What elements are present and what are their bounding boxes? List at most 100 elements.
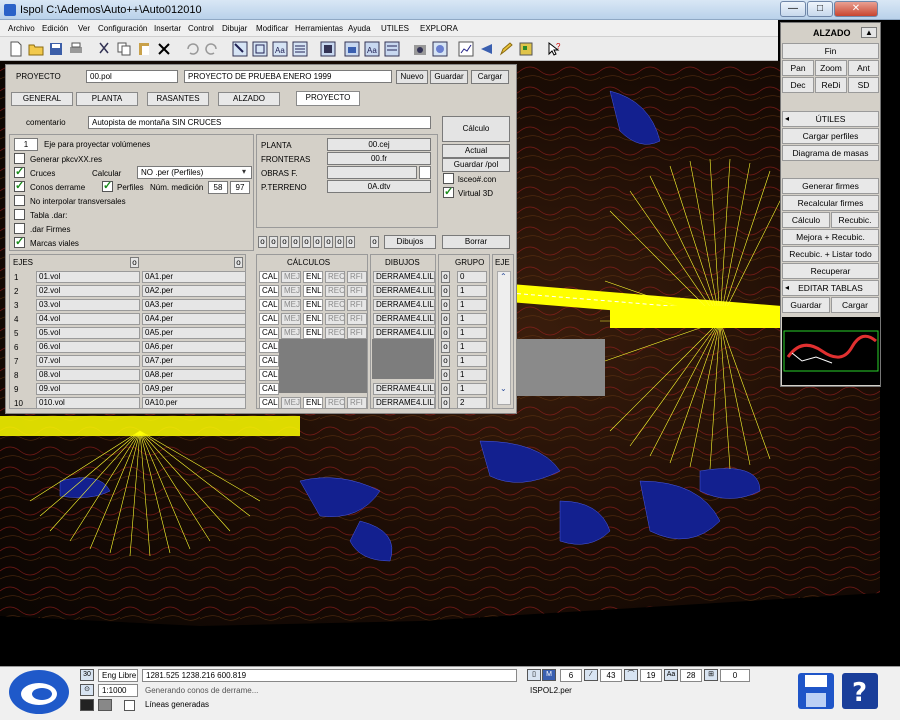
m-icon[interactable]: M (542, 669, 556, 681)
recuperar-button[interactable]: Recuperar (782, 263, 879, 279)
lines-checkbox[interactable] (124, 700, 135, 711)
fronteras-field[interactable]: 00.fr (327, 152, 431, 165)
per-cell[interactable]: 0A8.per (142, 369, 246, 381)
redo-icon[interactable] (204, 41, 220, 57)
grupo-o-button[interactable]: o (441, 341, 450, 353)
calculo-right-button[interactable]: Cálculo (782, 212, 830, 228)
cal-cell[interactable]: CAL (259, 327, 279, 339)
o-button-6[interactable]: o (313, 236, 322, 248)
editar-tablas-button[interactable]: EDITAR TABLAS (782, 280, 879, 296)
menu-dibujar[interactable]: Dibujar (222, 24, 247, 33)
cal-cell[interactable]: CAL (259, 341, 279, 353)
mejora-button[interactable]: Mejora + Recubic. (782, 229, 879, 245)
cal-cell[interactable]: CAL (259, 355, 279, 367)
grupo-o-button[interactable]: o (441, 383, 450, 395)
num-b-field[interactable]: 97 (230, 181, 250, 194)
mej-cell[interactable]: MEJ (281, 327, 301, 339)
enl-cell[interactable]: ENL (303, 271, 323, 283)
chevron-down-icon[interactable]: ▾ (242, 167, 246, 176)
zoom-all-icon[interactable]: Aa (272, 41, 288, 57)
rec-cell[interactable]: REC (325, 397, 345, 409)
per-cell[interactable]: 0A1.per (142, 271, 246, 283)
o-button-8[interactable]: o (335, 236, 344, 248)
rfi-cell[interactable]: RFI (347, 313, 367, 325)
redi-button[interactable]: ReDi (815, 77, 847, 93)
actual-button[interactable]: Actual (442, 144, 510, 158)
vol-cell[interactable]: 03.vol (36, 299, 140, 311)
cal-cell[interactable]: CAL (259, 271, 279, 283)
recalcular-firmes-button[interactable]: Recalcular firmes (782, 195, 879, 211)
cal-cell[interactable]: CAL (259, 383, 279, 395)
recubic-listar-button[interactable]: Recubic. + Listar todo (782, 246, 879, 262)
num-a-field[interactable]: 58 (208, 181, 228, 194)
o-button-3[interactable]: o (280, 236, 289, 248)
eje-scrollbar[interactable]: ⌃ ⌄ (497, 271, 511, 405)
dibujo-cell[interactable]: DERRAME4.LIL (373, 327, 435, 339)
calcular-select[interactable]: NO .per (Perfiles) (137, 166, 252, 179)
no-interpolar-checkbox[interactable] (14, 195, 25, 206)
guardar-pol-button[interactable]: Guardar /pol (442, 158, 510, 172)
menu-configuracion[interactable]: Configuración (98, 24, 147, 33)
dibujo-cell[interactable]: DERRAME4.LIL (373, 299, 435, 311)
vol-cell[interactable]: 04.vol (36, 313, 140, 325)
grupo-o-button[interactable]: o (441, 271, 450, 283)
grupo-o-button[interactable]: o (441, 397, 450, 409)
scroll-up-icon[interactable]: ⌃ (500, 272, 507, 281)
per-cell[interactable]: 0A7.per (142, 355, 246, 367)
dibujo-cell[interactable]: DERRAME4.LIL (373, 285, 435, 297)
dibujos-button[interactable]: Dibujos (384, 235, 436, 249)
rfi-cell[interactable]: RFI (347, 397, 367, 409)
guardar-right-button[interactable]: Guardar (782, 297, 830, 313)
view3-icon[interactable] (384, 41, 400, 57)
diagrama-button[interactable]: Diagrama de masas (782, 145, 879, 161)
calculo-button[interactable]: Cálculo (442, 116, 510, 142)
guardar-button[interactable]: Guardar (430, 70, 468, 84)
vol-cell[interactable]: 07.vol (36, 355, 140, 367)
per-cell[interactable]: 0A3.per (142, 299, 246, 311)
arrow-icon[interactable] (478, 41, 494, 57)
vol-cell[interactable]: 06.vol (36, 341, 140, 353)
menu-edicion[interactable]: Edición (42, 24, 68, 33)
cargar-perfiles-button[interactable]: Cargar perfiles (782, 128, 879, 144)
save-disk-icon[interactable] (796, 671, 836, 711)
cut-icon[interactable] (96, 41, 112, 57)
zoom-scale-icon[interactable]: ⊙ (80, 684, 94, 696)
menu-insertar[interactable]: Insertar (154, 24, 181, 33)
zoom-window-icon[interactable] (252, 41, 268, 57)
per-cell[interactable]: 0A9.per (142, 383, 246, 395)
utiles-button[interactable]: ÚTILES (782, 111, 879, 127)
vol-cell[interactable]: 010.vol (36, 397, 140, 409)
per-cell[interactable]: 0A10.per (142, 397, 246, 409)
conos-checkbox[interactable] (14, 179, 25, 192)
tabla-dar-checkbox[interactable] (14, 209, 25, 220)
menu-ver[interactable]: Ver (78, 24, 90, 33)
dar-firmes-checkbox[interactable] (14, 223, 25, 234)
menu-ayuda[interactable]: Ayuda (348, 24, 371, 33)
enl-cell[interactable]: ENL (303, 285, 323, 297)
o-button-7[interactable]: o (324, 236, 333, 248)
minimize-button[interactable]: — (780, 1, 806, 17)
properties-icon[interactable] (292, 41, 308, 57)
mej-cell[interactable]: MEJ (281, 313, 301, 325)
grid-tool-icon[interactable]: ⊞ (704, 669, 718, 681)
print-icon[interactable] (68, 41, 84, 57)
grupo-cell[interactable]: 1 (457, 383, 487, 395)
rec-cell[interactable]: REC (325, 327, 345, 339)
grupo-cell[interactable]: 1 (457, 299, 487, 311)
per-cell[interactable]: 0A5.per (142, 327, 246, 339)
line-tool-icon[interactable]: ⁄ (584, 669, 598, 681)
cal-cell[interactable]: CAL (259, 369, 279, 381)
paste-icon[interactable] (136, 41, 152, 57)
grupo-o-button[interactable]: o (441, 369, 450, 381)
per-cell[interactable]: 0A6.per (142, 341, 246, 353)
mej-cell[interactable]: MEJ (281, 299, 301, 311)
grupo-cell[interactable]: 1 (457, 355, 487, 367)
o-button-5[interactable]: o (302, 236, 311, 248)
tab-alzado[interactable]: ALZADO (218, 92, 280, 106)
curve-tool-icon[interactable]: ⌒ (624, 669, 638, 681)
dibujo-cell[interactable]: DERRAME4.LIL (373, 397, 435, 409)
tab-proyecto[interactable]: PROYECTO (296, 91, 360, 106)
o-button-1[interactable]: o (258, 236, 267, 248)
mej-cell[interactable]: MEJ (281, 397, 301, 409)
menu-control[interactable]: Control (188, 24, 214, 33)
